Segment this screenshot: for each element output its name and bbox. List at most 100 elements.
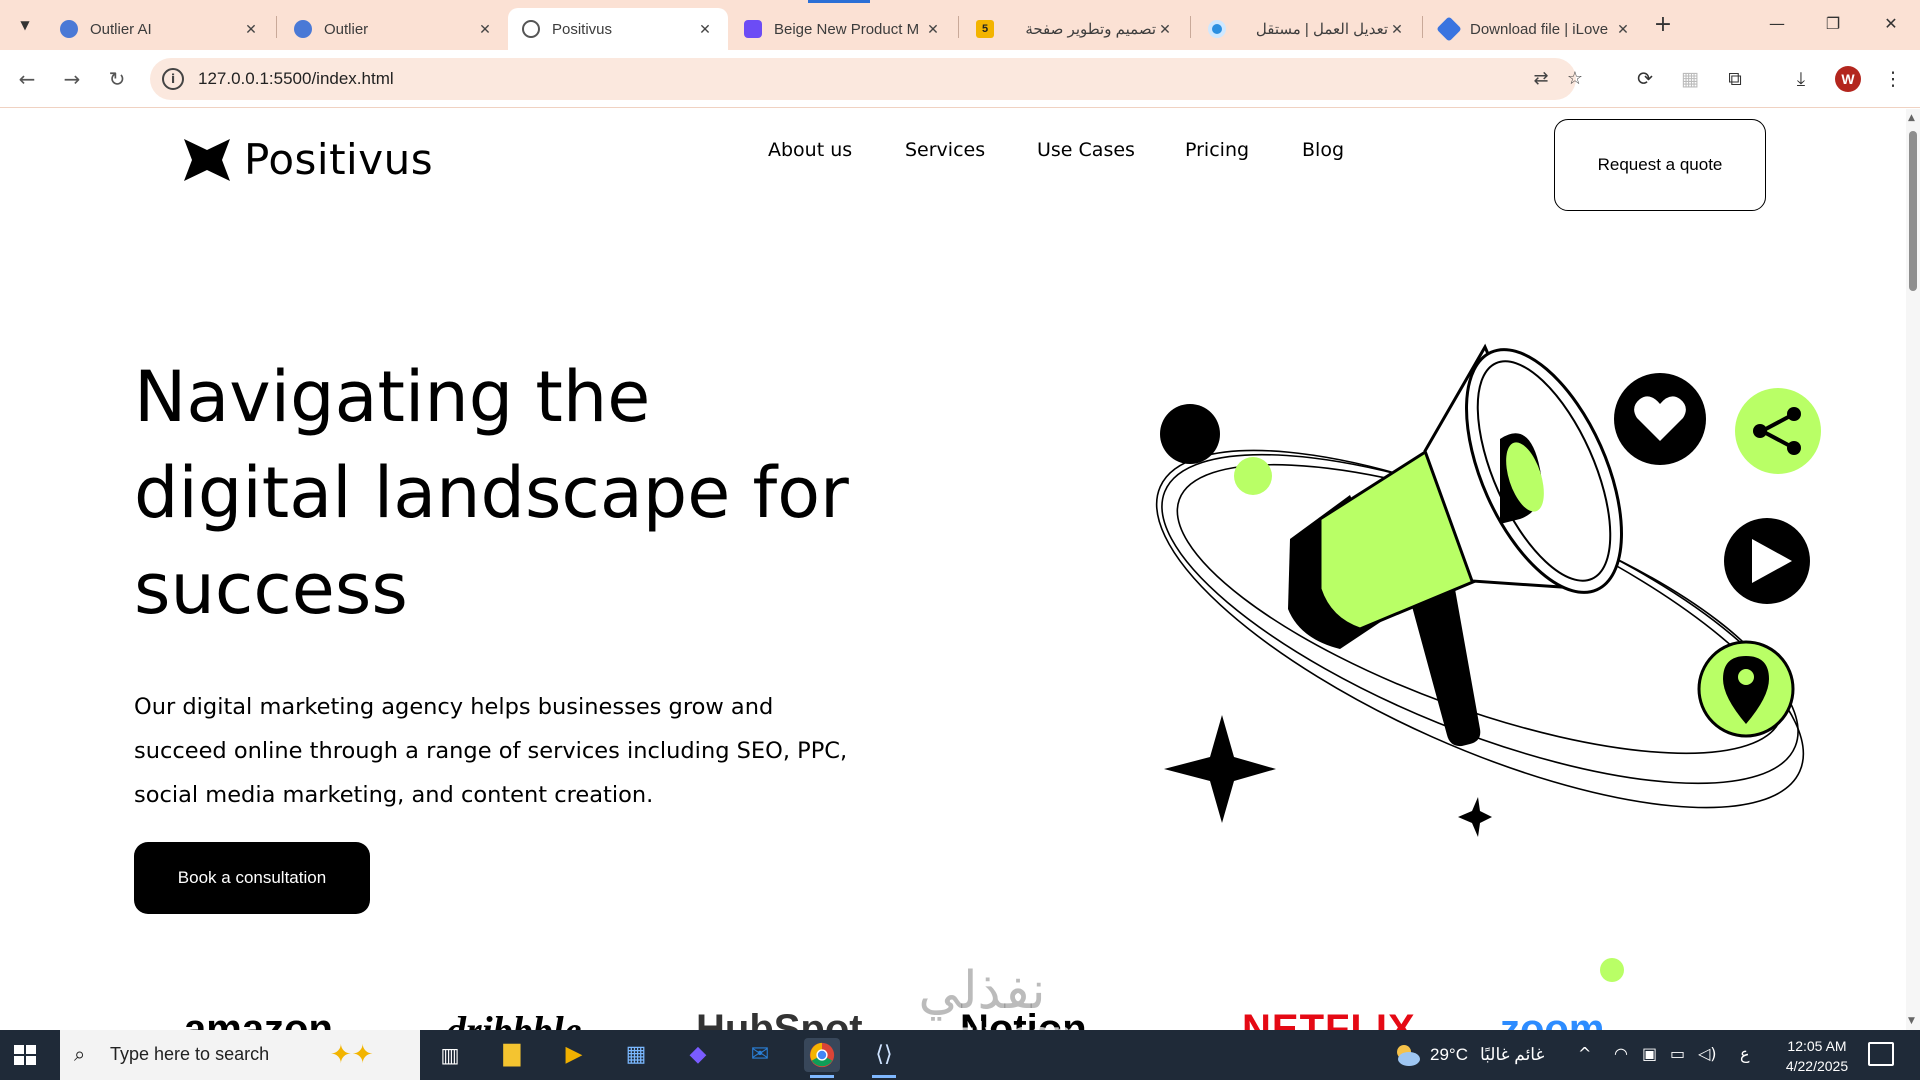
nav-services[interactable]: Services — [905, 139, 985, 161]
hero-description: Our digital marketing agency helps busin… — [134, 685, 914, 817]
extension-placeholder-icon[interactable]: ▦ — [1675, 64, 1705, 94]
forward-icon[interactable]: → — [57, 64, 87, 94]
show-hidden-icons-icon[interactable]: ^ — [1578, 1044, 1591, 1063]
browser-tab-outlier-ai[interactable]: Outlier AI ✕ — [46, 8, 274, 50]
search-icon: ⌕ — [74, 1042, 86, 1066]
new-tab-button[interactable]: + — [1652, 12, 1674, 38]
close-window-icon[interactable]: ✕ — [1868, 10, 1914, 38]
share-bubble — [1735, 388, 1821, 474]
browser-toolbar: ← → ↻ i 127.0.0.1:5500/index.html ⇄ ☆ ⟳ … — [0, 50, 1920, 108]
outlook-icon[interactable]: ✉ — [742, 1038, 778, 1072]
system-clock[interactable]: 12:05 AM 4/22/2025 — [1772, 1036, 1862, 1076]
nav-pricing[interactable]: Pricing — [1185, 139, 1249, 161]
request-quote-button[interactable]: Request a quote — [1554, 119, 1766, 211]
notification-center-icon[interactable] — [1868, 1042, 1894, 1066]
browser-tab-khamsat[interactable]: 5 تصميم وتطوير صفحة ✕ — [962, 8, 1188, 50]
tab-separator — [276, 16, 277, 38]
url-text[interactable]: 127.0.0.1:5500/index.html — [198, 69, 394, 89]
volume-icon[interactable]: ◁) — [1698, 1044, 1717, 1063]
page-scrollbar[interactable]: ▲ ▼ — [1906, 109, 1920, 1030]
black-dot — [1160, 404, 1220, 464]
nav-blog[interactable]: Blog — [1302, 139, 1344, 161]
page-viewport: Positivus About us Services Use Cases Pr… — [0, 109, 1906, 1030]
outlier-icon — [294, 20, 312, 38]
tab-group-indicator — [808, 0, 870, 3]
browser-tab-positivus[interactable]: Positivus ✕ — [508, 8, 728, 50]
menu-kebab-icon[interactable]: ⋮ — [1878, 64, 1908, 94]
close-icon[interactable]: ✕ — [696, 21, 714, 38]
wifi-icon[interactable]: ◠ — [1614, 1044, 1628, 1063]
tab-search-button[interactable]: ▼ — [10, 12, 40, 38]
nav-about-us[interactable]: About us — [768, 139, 852, 161]
download-icon[interactable]: ⤓ — [1786, 64, 1816, 94]
sparkle-small — [1458, 797, 1492, 837]
globe-icon — [522, 20, 540, 38]
scroll-thumb[interactable] — [1909, 131, 1917, 291]
task-view-icon[interactable]: ▥ — [432, 1038, 468, 1072]
restore-icon[interactable]: ❐ — [1810, 10, 1856, 38]
minimize-icon[interactable]: — — [1754, 10, 1800, 38]
microsoft-store-icon[interactable]: ▦ — [618, 1038, 654, 1072]
copilot-icon[interactable]: ◆ — [680, 1038, 716, 1072]
browser-tab-strip: ▼ Outlier AI ✕ Outlier ✕ Positivus ✕ Bei… — [0, 0, 1920, 50]
translate-icon[interactable]: ⇄ — [1528, 67, 1554, 91]
vscode-icon[interactable]: ⟨⟩ — [866, 1038, 902, 1078]
tab-separator — [958, 16, 959, 38]
chrome-icon[interactable] — [804, 1038, 840, 1078]
clock-date: 4/22/2025 — [1785, 1058, 1849, 1074]
browser-tab-outlier[interactable]: Outlier ✕ — [280, 8, 508, 50]
sparkle-large — [1164, 715, 1276, 823]
chevron-down-icon: ▼ — [20, 18, 30, 32]
taskbar-search-box[interactable]: ⌕ Type here to search ✦✦ — [60, 1030, 420, 1080]
close-icon[interactable]: ✕ — [242, 21, 260, 38]
scroll-up-arrow-icon[interactable]: ▲ — [1908, 113, 1915, 123]
hero-description-line: Our digital marketing agency helps busin… — [134, 694, 774, 720]
clock-time: 12:05 AM — [1787, 1038, 1847, 1054]
hero-title: Navigating the digital landscape for suc… — [134, 349, 954, 637]
back-icon[interactable]: ← — [12, 64, 42, 94]
file-explorer-icon[interactable]: ▇ — [494, 1038, 530, 1072]
reload-icon[interactable]: ↻ — [102, 64, 132, 94]
positivus-logo-icon — [184, 138, 230, 181]
bookmark-star-icon[interactable]: ☆ — [1562, 67, 1588, 91]
input-language-indicator[interactable]: ع — [1740, 1044, 1750, 1063]
location-pin-dot — [1738, 669, 1754, 685]
book-consultation-button[interactable]: Book a consultation — [134, 842, 370, 914]
mostaql-icon — [1208, 20, 1226, 38]
close-icon[interactable]: ✕ — [924, 21, 942, 38]
profile-avatar[interactable]: W — [1835, 66, 1861, 92]
close-icon[interactable]: ✕ — [1614, 21, 1632, 38]
watermark-arabic: نفذلي — [918, 961, 1046, 1021]
logo-zoom: zoom — [1500, 1007, 1605, 1030]
hero-description-line: social media marketing, and content crea… — [134, 782, 654, 808]
meet-now-icon[interactable]: ▣ — [1642, 1044, 1657, 1063]
browser-tab-mostaql[interactable]: تعديل العمل | مستقل ✕ — [1194, 8, 1420, 50]
khamsat-icon: 5 — [976, 20, 994, 38]
close-icon[interactable]: ✕ — [476, 21, 494, 38]
green-dot — [1234, 457, 1272, 495]
address-bar[interactable]: i 127.0.0.1:5500/index.html ⇄ ☆ — [150, 58, 1583, 100]
scroll-down-arrow-icon[interactable]: ▼ — [1908, 1016, 1915, 1026]
taskbar-search-placeholder: Type here to search — [110, 1044, 270, 1064]
canva-icon — [744, 20, 762, 38]
hero-description-line: succeed online through a range of servic… — [134, 738, 848, 764]
media-player-icon[interactable]: ▶ — [556, 1038, 592, 1072]
site-info-icon[interactable]: i — [162, 68, 184, 90]
battery-icon[interactable]: ▭ — [1670, 1044, 1685, 1063]
nav-use-cases[interactable]: Use Cases — [1037, 139, 1135, 161]
hero-title-line: Navigating the — [134, 356, 651, 438]
weather-widget[interactable]: 29°C غائم غالبًا — [1392, 1042, 1544, 1068]
logo-netflix: NETFLIX — [1242, 1007, 1416, 1030]
close-icon[interactable]: ✕ — [1388, 21, 1406, 38]
tab-separator — [1422, 16, 1423, 38]
browser-tab-ilovepdf[interactable]: Download file | iLove ✕ — [1426, 8, 1646, 50]
weather-description: غائم غالبًا — [1479, 1045, 1545, 1064]
close-icon[interactable]: ✕ — [1156, 21, 1174, 38]
hero-megaphone-illustration — [1155, 343, 1821, 837]
partly-cloudy-icon — [1397, 1045, 1420, 1066]
browser-tab-canva[interactable]: Beige New Product M ✕ — [730, 8, 956, 50]
site-logo[interactable]: Positivus — [184, 135, 433, 184]
extensions-puzzle-icon[interactable]: ⧉ — [1720, 64, 1750, 94]
extension-sync-icon[interactable]: ⟳ — [1630, 64, 1660, 94]
windows-start-icon[interactable] — [10, 1040, 40, 1070]
